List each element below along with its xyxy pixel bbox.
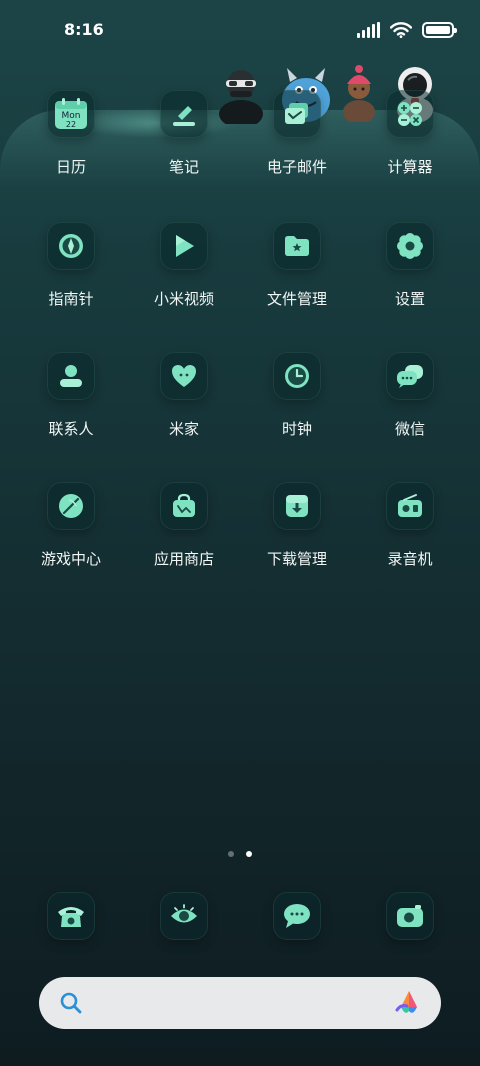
app-label: 下载管理 <box>266 550 327 568</box>
app-compass[interactable]: 指南针 <box>16 222 126 309</box>
notes-icon <box>160 90 208 138</box>
search-icon <box>60 992 82 1014</box>
dock-phone[interactable] <box>47 892 95 940</box>
app-label: 微信 <box>394 420 425 438</box>
page-dot-1[interactable] <box>228 851 234 857</box>
app-xiaomi-video[interactable]: 小米视频 <box>129 222 239 309</box>
messages-icon <box>273 892 321 940</box>
clock-icon <box>273 352 321 400</box>
camera-icon <box>386 892 434 940</box>
gear-icon <box>386 222 434 270</box>
app-file-manager[interactable]: 文件管理 <box>242 222 352 309</box>
phone-icon <box>47 892 95 940</box>
contacts-icon <box>47 352 95 400</box>
compass-icon <box>47 222 95 270</box>
battery-level <box>426 26 450 34</box>
app-recorder[interactable]: 录音机 <box>355 482 465 569</box>
app-label: 笔记 <box>168 158 199 176</box>
ai-assistant-icon[interactable] <box>395 989 423 1017</box>
app-app-store[interactable]: 应用商店 <box>129 482 239 569</box>
chat-bubbles-icon <box>386 352 434 400</box>
game-center-icon <box>47 482 95 530</box>
app-clock[interactable]: 时钟 <box>242 352 352 439</box>
wifi-icon <box>390 22 412 38</box>
app-settings[interactable]: 设置 <box>355 222 465 309</box>
video-play-icon <box>160 222 208 270</box>
status-time: 8:16 <box>64 20 104 39</box>
app-label: 设置 <box>394 290 425 308</box>
calendar-day: 22 <box>66 120 76 129</box>
calendar-icon: Mon 22 <box>47 90 95 138</box>
app-label: 指南针 <box>48 290 94 308</box>
app-wechat[interactable]: 微信 <box>355 352 465 439</box>
app-contacts[interactable]: 联系人 <box>16 352 126 439</box>
app-label: 时钟 <box>281 420 312 438</box>
radio-recorder-icon <box>386 482 434 530</box>
dock-browser[interactable] <box>160 892 208 940</box>
app-label: 文件管理 <box>266 290 327 308</box>
cellular-signal-icon <box>357 22 380 38</box>
app-calendar[interactable]: Mon 22 日历 <box>16 90 126 177</box>
search-bar[interactable] <box>39 977 441 1029</box>
app-label: 计算器 <box>387 158 433 176</box>
page-indicator[interactable] <box>0 851 480 857</box>
app-label: 电子邮件 <box>266 158 327 176</box>
calculator-icon <box>386 90 434 138</box>
app-email[interactable]: 电子邮件 <box>242 90 352 177</box>
app-label: 米家 <box>168 420 199 438</box>
dock-messages[interactable] <box>273 892 321 940</box>
shopping-bag-icon <box>160 482 208 530</box>
app-label: 游戏中心 <box>40 550 101 568</box>
app-mi-home[interactable]: 米家 <box>129 352 239 439</box>
browser-eye-icon <box>160 892 208 940</box>
app-label: 录音机 <box>387 550 433 568</box>
status-bar: 8:16 <box>0 0 480 62</box>
email-icon <box>273 90 321 138</box>
app-game-center[interactable]: 游戏中心 <box>16 482 126 569</box>
page-dot-2-active[interactable] <box>246 851 252 857</box>
dock-camera[interactable] <box>386 892 434 940</box>
status-icons <box>357 22 457 38</box>
heart-home-icon <box>160 352 208 400</box>
dock <box>0 892 480 940</box>
app-download-manager[interactable]: 下载管理 <box>242 482 352 569</box>
download-tray-icon <box>273 482 321 530</box>
app-calculator[interactable]: 计算器 <box>355 90 465 177</box>
folder-icon <box>273 222 321 270</box>
app-label: 日历 <box>55 158 86 176</box>
app-label: 小米视频 <box>153 290 214 308</box>
app-label: 应用商店 <box>153 550 214 568</box>
battery-icon <box>422 22 457 38</box>
app-notes[interactable]: 笔记 <box>129 90 239 177</box>
app-label: 联系人 <box>48 420 94 438</box>
